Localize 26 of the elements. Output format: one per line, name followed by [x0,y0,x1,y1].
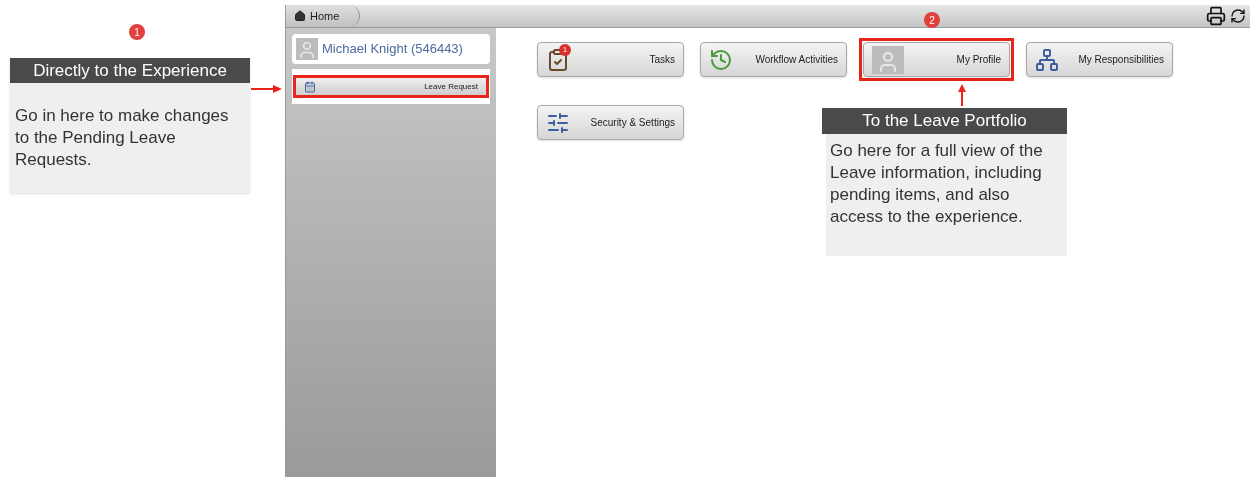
callout-text: Go in here to make changes to the Pending Leave Requests. [10,83,250,193]
callout-title: Directly to the Experience [10,58,250,83]
avatar-icon [872,45,904,74]
menu-item[interactable]: Leave Request [293,75,489,98]
home-tab[interactable]: Home [286,5,361,27]
tile-button[interactable]: My Profile [863,42,1010,77]
sliders-icon [546,110,570,135]
printer-icon[interactable] [1206,6,1226,26]
calendar-icon [304,80,316,93]
tile-button[interactable]: Tasks 1 [537,42,684,77]
step-badge: 1 [129,24,145,40]
arrow [251,84,283,94]
callout-text: Go here for a full view of the Leave information, including pending items, and also access to the experience. [826,134,1067,256]
clock-icon [709,47,733,72]
callout-title: To the Leave Portfolio [822,108,1067,134]
tile-button[interactable]: Workflow Activities [700,42,847,77]
avatar-icon [296,38,318,60]
user-name: Michael Knight (546443) [322,40,463,59]
org-chart-icon [1035,47,1059,72]
arrow [957,84,967,106]
clipboard-icon [546,47,570,72]
tile-button[interactable]: My Responsibilities [1026,42,1173,77]
tile-button[interactable]: Security & Settings [537,105,684,140]
refresh-icon[interactable] [1230,8,1246,24]
home-icon [294,10,306,22]
count-badge: 1 [559,44,571,56]
